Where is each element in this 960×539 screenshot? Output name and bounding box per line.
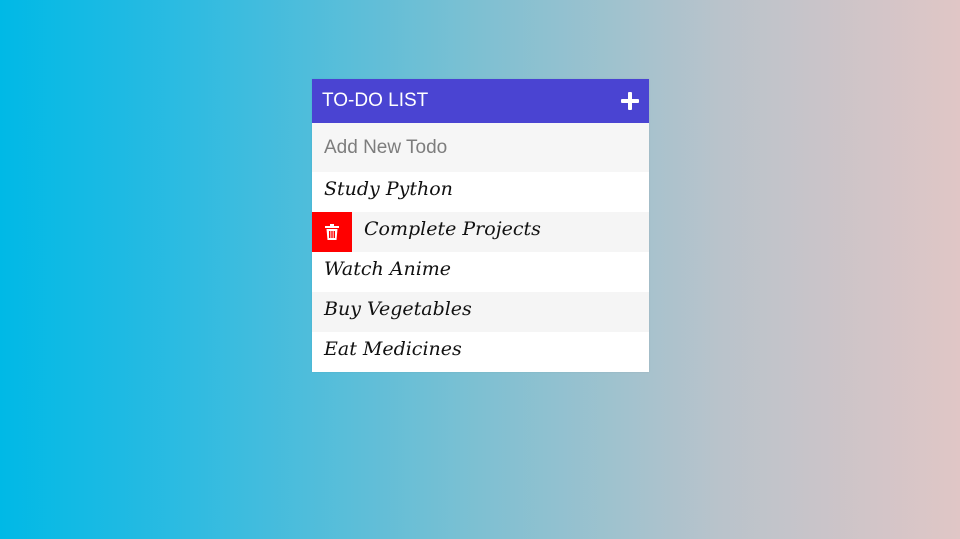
todo-title: TO-DO LIST (322, 90, 429, 111)
todo-item-label: Eat Medicines (324, 338, 462, 360)
delete-button[interactable] (312, 212, 352, 252)
todo-card: TO-DO LIST Study Python (312, 79, 649, 372)
todo-item-study-python[interactable]: Study Python (312, 172, 649, 212)
todo-item-eat-medicines[interactable]: Eat Medicines (312, 332, 649, 372)
trash-icon[interactable] (325, 224, 339, 240)
todo-item-label: Complete Projects (364, 218, 541, 240)
todo-list: Study Python Complete Projects Watch Ani… (312, 172, 649, 372)
todo-item-label: Watch Anime (324, 258, 452, 280)
plus-icon[interactable] (620, 91, 640, 111)
todo-item-label: Buy Vegetables (324, 298, 472, 320)
todo-item-watch-anime[interactable]: Watch Anime (312, 252, 649, 292)
todo-item-label: Study Python (324, 178, 453, 200)
todo-item-complete-projects[interactable]: Complete Projects (312, 212, 649, 252)
add-todo-input[interactable] (312, 123, 649, 172)
todo-header: TO-DO LIST (312, 79, 649, 123)
todo-item-buy-vegetables[interactable]: Buy Vegetables (312, 292, 649, 332)
